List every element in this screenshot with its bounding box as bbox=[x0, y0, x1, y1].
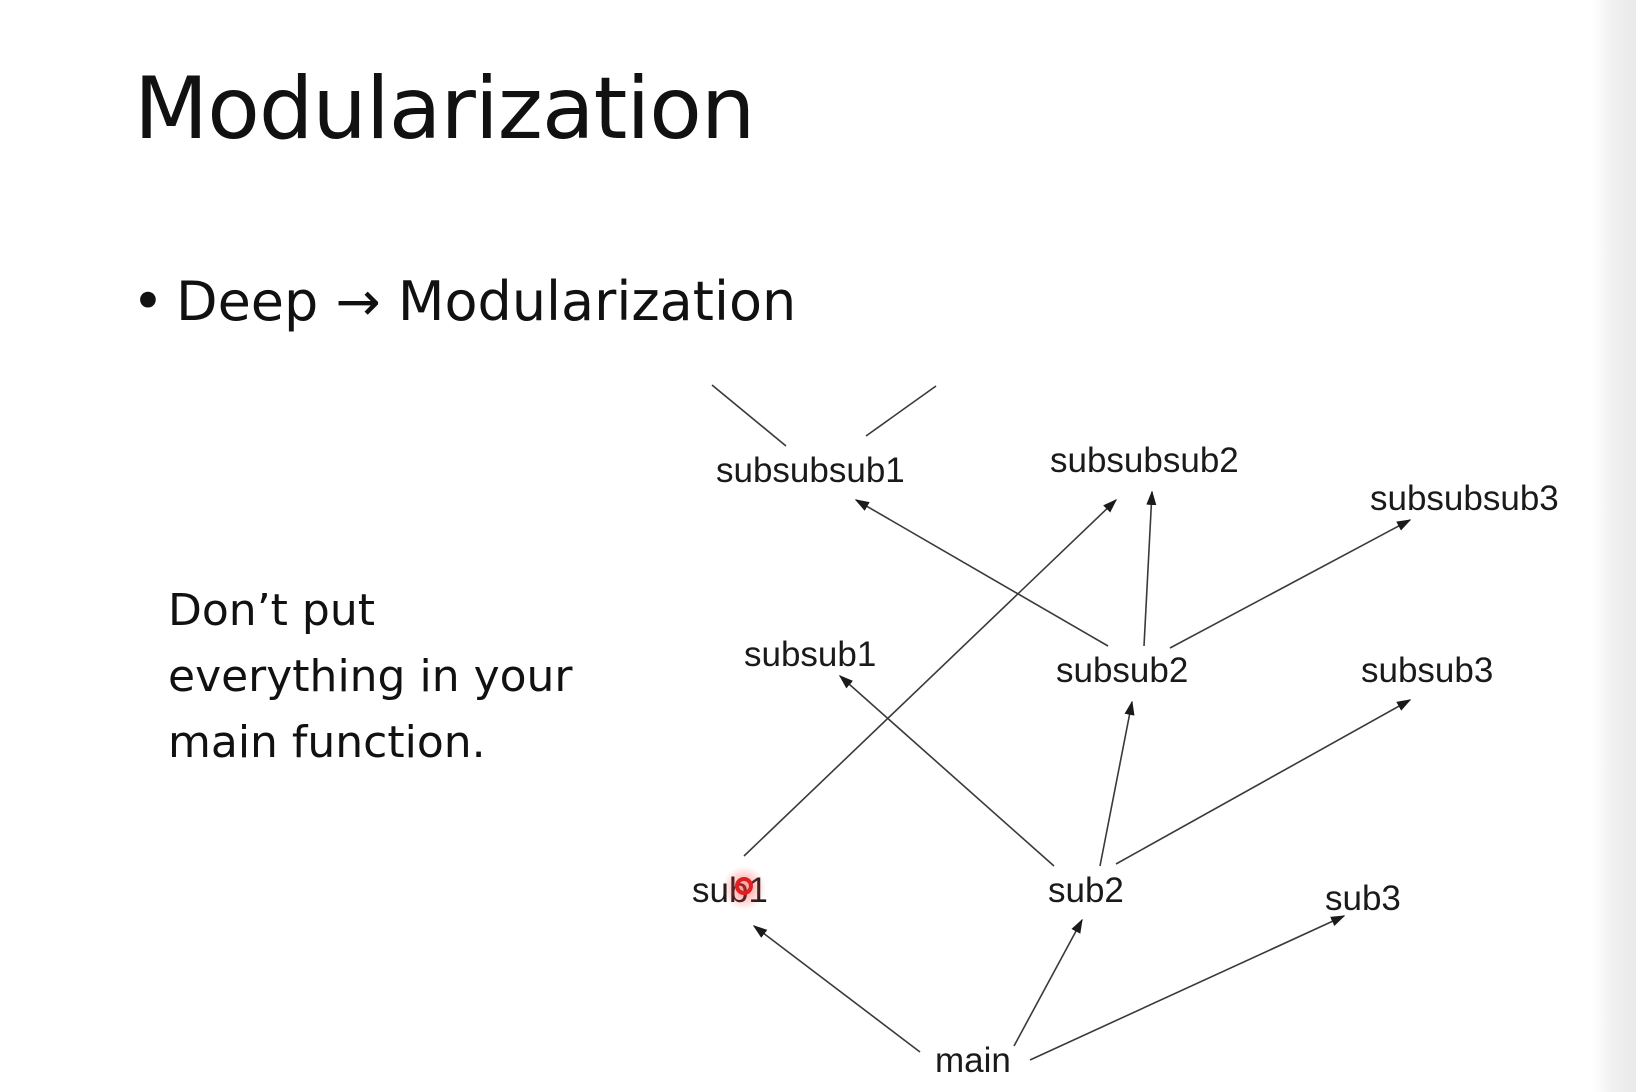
edges-layer bbox=[743, 490, 1412, 1061]
edge-sub2-to-subsub1 bbox=[838, 675, 1055, 867]
node-subsub3: subsub3 bbox=[1361, 651, 1493, 690]
stub-line-right bbox=[865, 385, 937, 437]
stub-line-left bbox=[711, 384, 787, 447]
edge-subsub2-to-subsubsub1 bbox=[854, 499, 1109, 647]
node-subsub2: subsub2 bbox=[1056, 651, 1188, 690]
node-subsubsub1: subsubsub1 bbox=[716, 451, 905, 490]
edge-main-to-sub2 bbox=[1013, 918, 1083, 1047]
edge-subsub2-to-subsubsub3 bbox=[1169, 519, 1412, 649]
node-subsubsub2: subsubsub2 bbox=[1050, 441, 1239, 480]
call-graph-diagram: subsubsub1 subsubsub2 subsubsub3 subsub1… bbox=[692, 384, 1559, 1080]
node-main: main bbox=[935, 1041, 1011, 1080]
nodes-layer: subsubsub1 subsubsub2 subsubsub3 subsub1… bbox=[692, 441, 1559, 1080]
slide: Modularization • Deep → Modularization Do… bbox=[0, 0, 1636, 1092]
edge-main-to-sub1 bbox=[752, 925, 921, 1053]
edge-sub2-to-subsub3 bbox=[1115, 699, 1412, 865]
edge-sub2-to-subsub2 bbox=[1099, 700, 1135, 867]
cursor-pointer-icon bbox=[722, 866, 766, 910]
node-sub3: sub3 bbox=[1325, 879, 1401, 918]
node-sub2: sub2 bbox=[1048, 871, 1124, 910]
node-subsubsub3: subsubsub3 bbox=[1370, 479, 1559, 518]
edge-main-to-sub3 bbox=[1029, 915, 1346, 1061]
edge-subsub2-to-subsubsub2 bbox=[1143, 490, 1157, 647]
node-subsub1: subsub1 bbox=[744, 635, 876, 674]
